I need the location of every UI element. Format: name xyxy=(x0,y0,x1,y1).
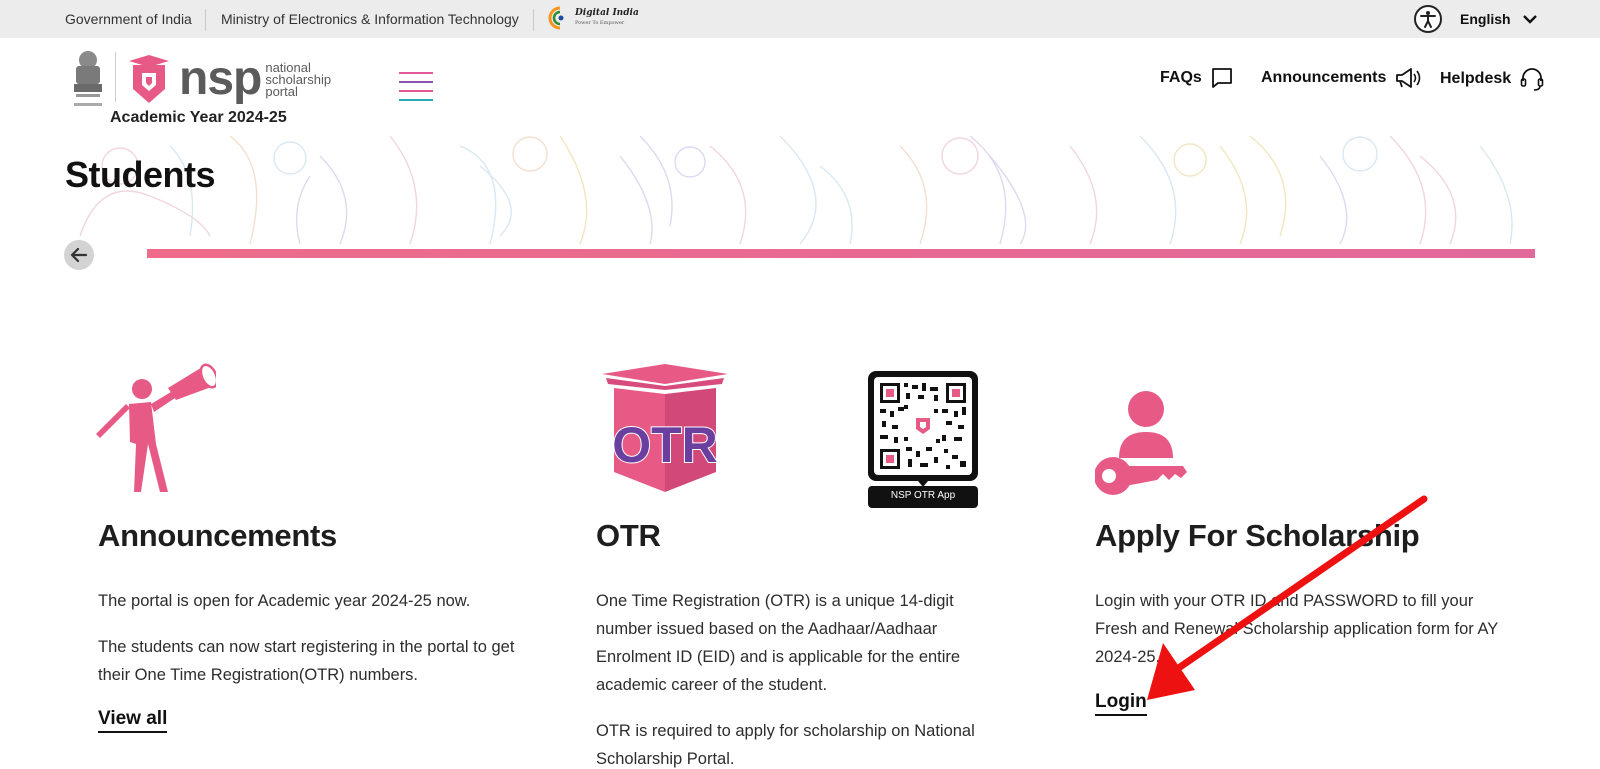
digital-india-tagline: Power To Empower xyxy=(575,20,625,26)
nsp-letters: nsp xyxy=(179,52,262,105)
apply-text-1: Login with your OTR ID and PASSWORD to f… xyxy=(1095,592,1498,666)
hamburger-line xyxy=(399,99,433,101)
otr-text-1: One Time Registration (OTR) is a unique … xyxy=(596,592,961,694)
megaphone-icon xyxy=(1396,68,1421,88)
login-link[interactable]: Login xyxy=(1095,691,1147,716)
nav-helpdesk-label: Helpdesk xyxy=(1440,70,1512,87)
hamburger-line xyxy=(399,81,433,83)
nav-faqs-label: FAQs xyxy=(1160,69,1202,86)
logo-divider xyxy=(115,52,116,102)
qr-caption: NSP OTR App xyxy=(890,490,956,501)
page-title: Students xyxy=(65,154,216,195)
nav-announcements[interactable]: Announcements xyxy=(1261,66,1422,90)
nav-helpdesk[interactable]: Helpdesk xyxy=(1440,66,1545,92)
announcements-card-title: Announcements xyxy=(98,518,337,553)
hamburger-line xyxy=(399,72,433,74)
nav-faqs[interactable]: FAQs xyxy=(1160,66,1234,90)
qr-code-image xyxy=(868,371,978,508)
chevron-down-icon[interactable] xyxy=(1522,13,1538,25)
nav-announcements-label: Announcements xyxy=(1261,69,1387,86)
academic-year-label: Academic Year 2024-25 xyxy=(110,109,287,126)
accessibility-icon xyxy=(1420,11,1436,28)
menu-toggle-button[interactable] xyxy=(399,72,433,102)
nsp-shield-icon xyxy=(129,55,169,103)
announcements-text-1: The portal is open for Academic year 202… xyxy=(98,592,471,610)
back-button[interactable] xyxy=(64,240,94,270)
nsp-logo[interactable]: nsp national scholarship portal xyxy=(125,53,331,105)
logo-line-3: portal xyxy=(265,84,298,99)
otr-logo-text: OTR xyxy=(612,417,718,473)
otr-logo: OTR xyxy=(602,364,728,492)
digital-india-icon xyxy=(548,6,564,30)
otr-text-2: OTR is required to apply for scholarship… xyxy=(596,722,975,768)
view-all-link[interactable]: View all xyxy=(98,708,168,733)
qr-code[interactable]: NSP OTR App xyxy=(868,371,978,508)
apply-card-title: Apply For Scholarship xyxy=(1095,518,1420,553)
ministry-link[interactable]: Ministry of Electronics & Information Te… xyxy=(221,11,519,27)
chat-bubble-icon xyxy=(1211,68,1232,88)
government-of-india-link[interactable]: Government of India xyxy=(65,11,192,27)
divider xyxy=(533,9,534,31)
headset-icon xyxy=(1520,68,1544,91)
megaphone-person-icon xyxy=(96,363,216,492)
announcements-text-2: The students can now start registering i… xyxy=(98,638,515,684)
national-emblem-logo xyxy=(74,51,102,106)
hamburger-line xyxy=(399,90,433,92)
page-banner xyxy=(0,136,1600,244)
accessibility-button[interactable] xyxy=(1414,5,1442,33)
digital-india-text: Digital India xyxy=(575,8,639,18)
otr-card-title: OTR xyxy=(596,518,661,553)
government-top-bar: Government of India Ministry of Electron… xyxy=(0,0,1600,38)
digital-india-logo[interactable]: Digital India Power To Empower xyxy=(548,5,639,31)
language-selector[interactable]: English xyxy=(1460,11,1511,27)
arrow-left-icon xyxy=(70,247,88,263)
user-key-icon xyxy=(1095,391,1187,495)
banner-divider xyxy=(147,249,1535,258)
divider xyxy=(205,9,206,31)
banner-illustration xyxy=(79,136,1513,244)
